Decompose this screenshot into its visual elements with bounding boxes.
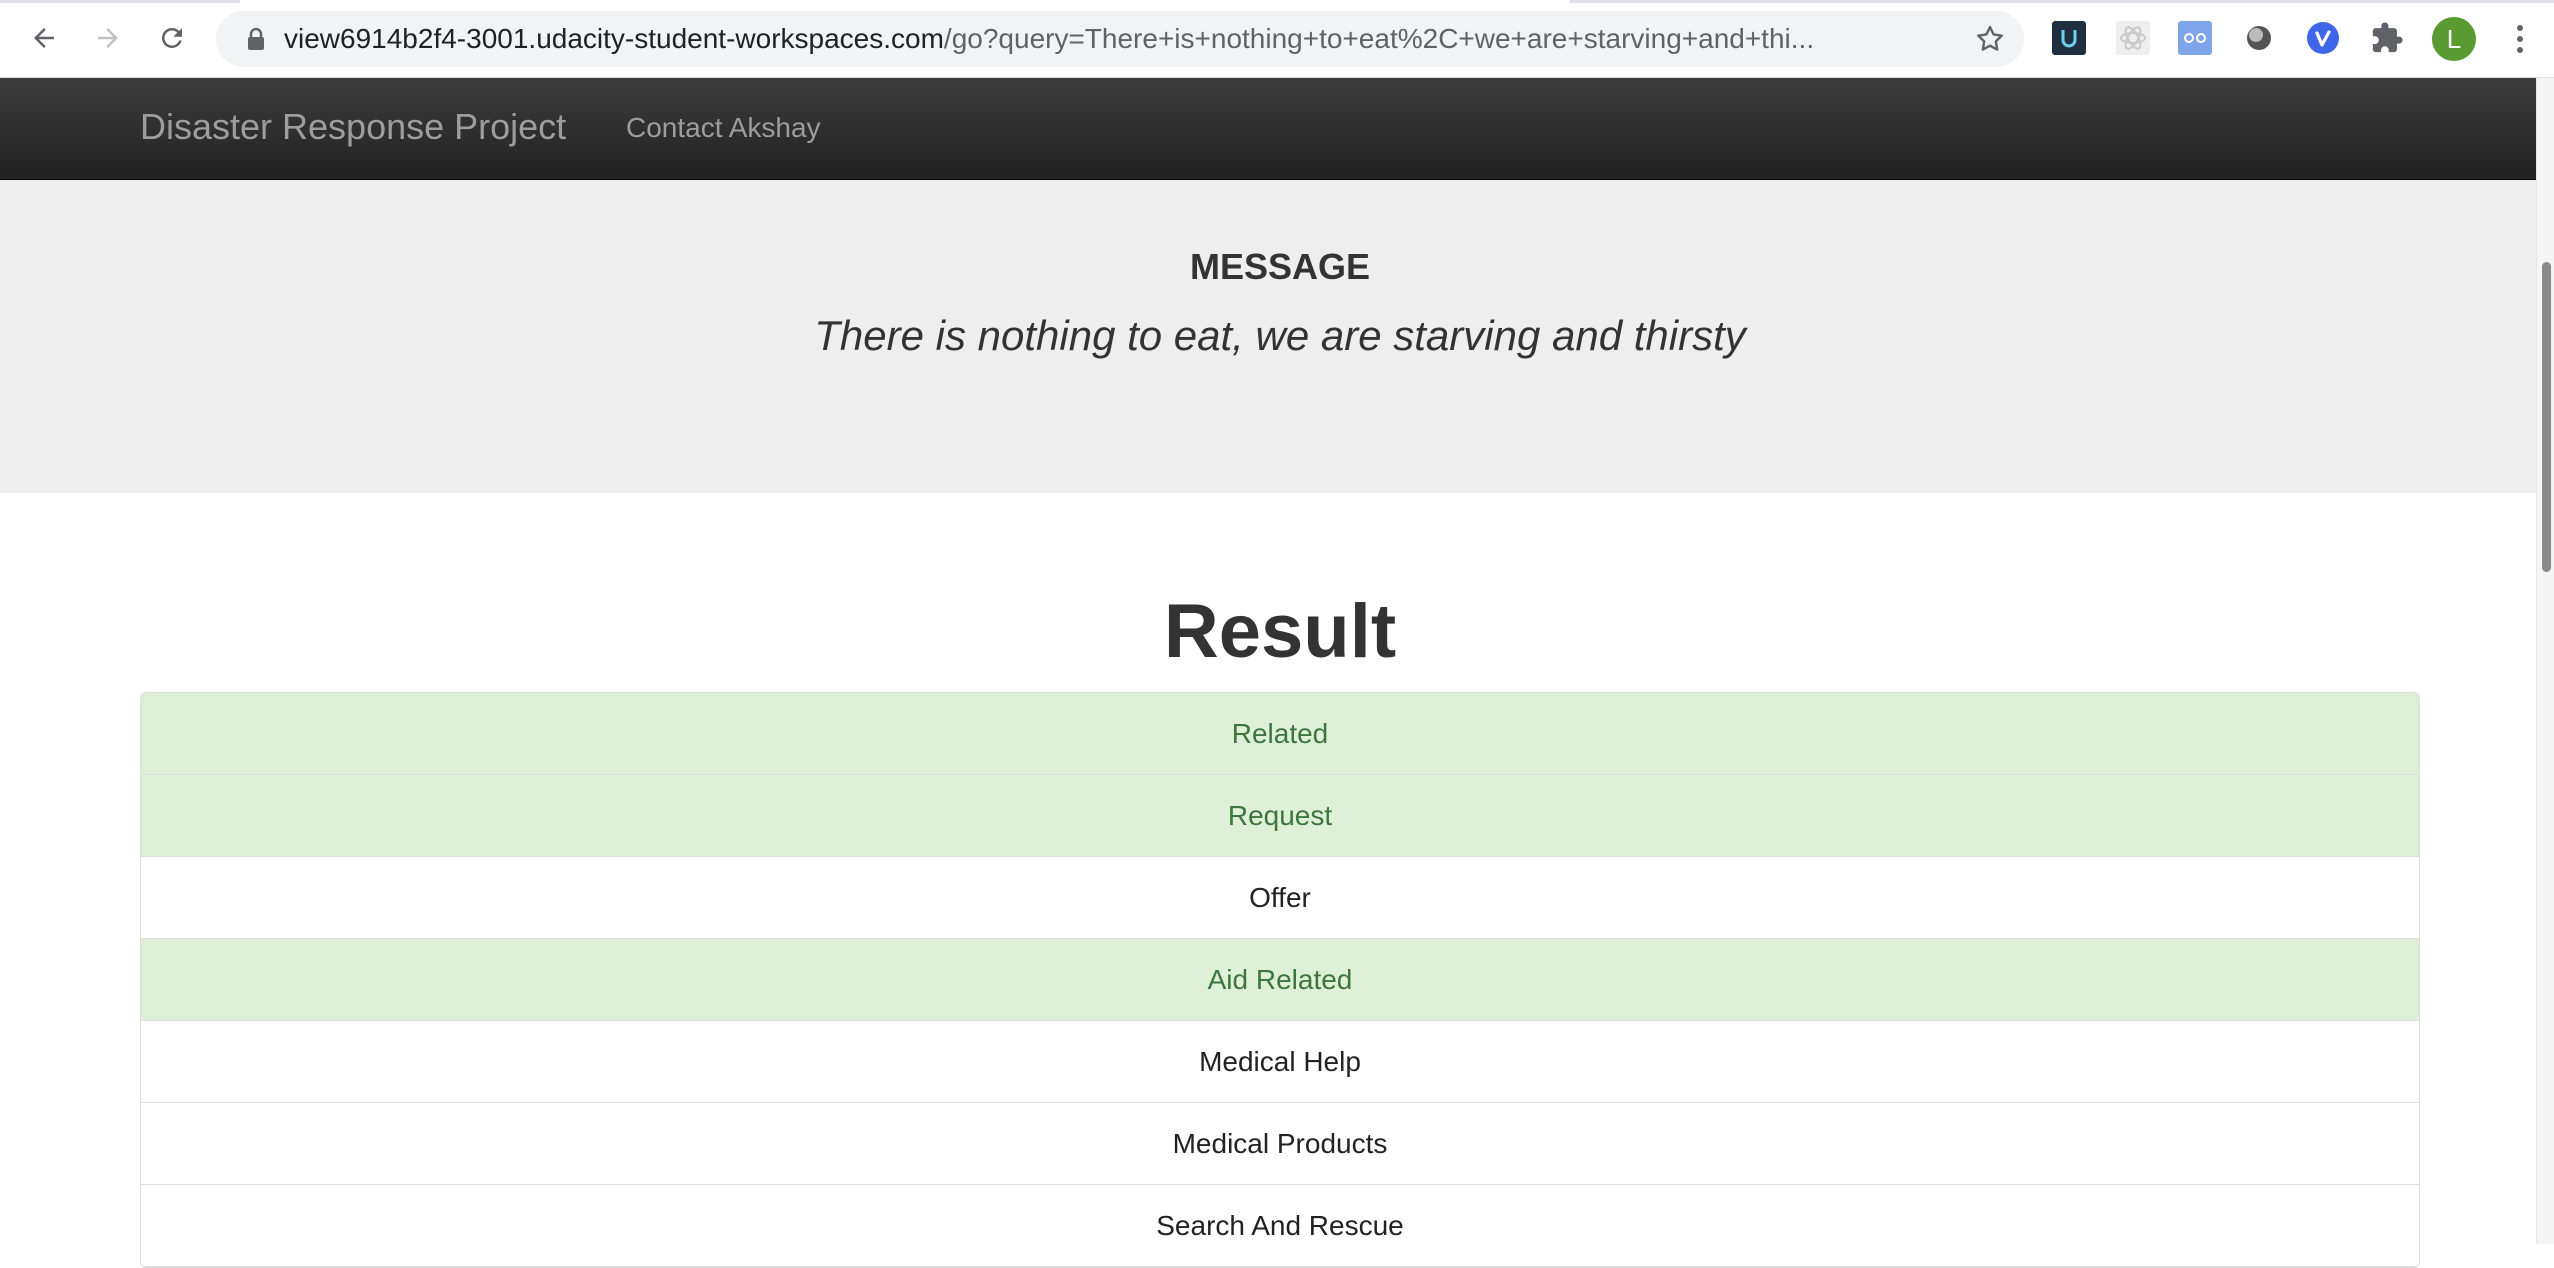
nav-link-contact[interactable]: Contact Akshay (626, 112, 821, 144)
bookmark-star-icon[interactable] (1974, 23, 2006, 60)
url-path: /go?query=There+is+nothing+to+eat%2C+we+… (943, 24, 1815, 54)
browser-menu-icon[interactable] (2500, 16, 2540, 62)
category-item-offer: Offer (141, 857, 2419, 939)
navbar-brand-link[interactable]: Disaster Response Project (140, 106, 566, 148)
lock-icon (246, 27, 266, 56)
result-title: Result (1163, 589, 1397, 674)
message-heading: MESSAGE (1189, 246, 1371, 287)
react-devtools-icon[interactable] (2114, 19, 2152, 57)
profile-avatar[interactable]: L (2432, 17, 2476, 61)
udacity-extension-icon[interactable] (2050, 19, 2088, 57)
tab-strip (0, 0, 2554, 3)
scrollbar-thumb[interactable] (2542, 262, 2551, 572)
page-scrollbar[interactable] (2536, 78, 2554, 1244)
category-item-aid-related: Aid Related (141, 939, 2419, 1021)
vimeo-extension-icon[interactable] (2304, 19, 2342, 57)
back-button[interactable] (20, 14, 68, 62)
url-text[interactable]: view6914b2f4-3001.udacity-student-worksp… (284, 24, 1944, 54)
address-bar[interactable]: view6914b2f4-3001.udacity-student-worksp… (216, 11, 2024, 67)
message-text: There is nothing to eat, we are starving… (814, 312, 1746, 359)
circle-extension-icon[interactable] (2240, 19, 2278, 57)
navbar: Disaster Response Project Contact Akshay (0, 78, 2554, 180)
message-jumbotron: MESSAGE There is nothing to eat, we are … (0, 180, 2554, 493)
arrow-right-icon (98, 28, 118, 48)
category-item-request: Request (141, 775, 2419, 857)
browser-toolbar: view6914b2f4-3001.udacity-student-worksp… (0, 0, 2554, 78)
glasses-extension-icon[interactable] (2176, 19, 2214, 57)
arrow-left-icon (34, 28, 54, 48)
forward-button[interactable] (84, 14, 132, 62)
category-item-medical-help: Medical Help (141, 1021, 2419, 1103)
category-item-search-and-rescue: Search And Rescue (141, 1185, 2419, 1267)
category-item-medical-products: Medical Products (141, 1103, 2419, 1185)
category-item-related: Related (141, 693, 2419, 775)
reload-button[interactable] (148, 14, 196, 62)
reload-icon (161, 27, 182, 48)
url-host: view6914b2f4-3001.udacity-student-worksp… (284, 24, 944, 54)
result-category-list: Related Request Offer Aid Related Medical He… (140, 692, 2420, 1268)
active-tab-indicator (240, 0, 1570, 3)
puzzle-extensions-icon[interactable] (2368, 19, 2406, 57)
